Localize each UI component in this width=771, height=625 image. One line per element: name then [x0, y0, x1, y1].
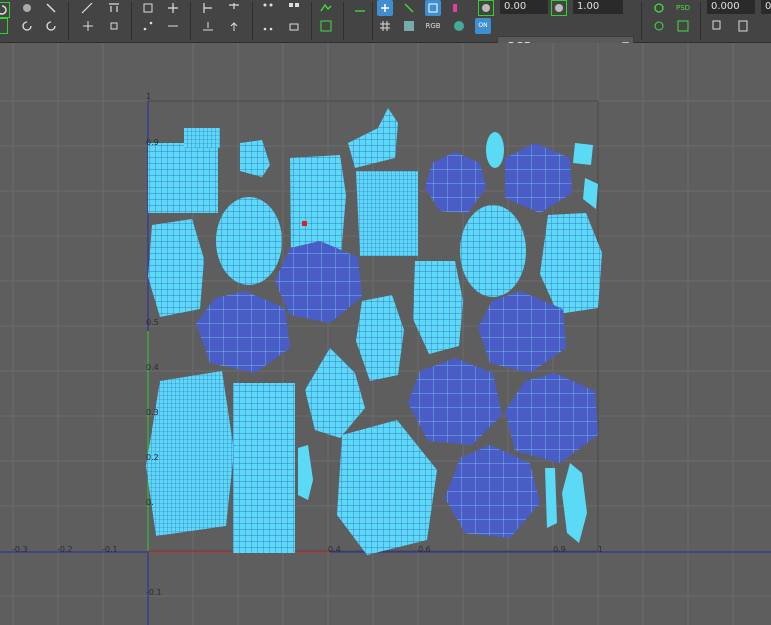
uv-shell[interactable]: [562, 463, 587, 543]
layout-uv-icon[interactable]: [260, 18, 276, 34]
flip-icon[interactable]: [19, 0, 35, 16]
texture-borders-icon[interactable]: [425, 0, 441, 16]
gamma-knob-icon[interactable]: [551, 0, 567, 16]
u-tick-1: 1: [598, 545, 603, 554]
value-field-cut[interactable]: 0.: [761, 0, 771, 14]
gamma-field[interactable]: 1.00: [573, 0, 623, 14]
u-tick-neg02: -0.2: [57, 545, 73, 554]
u-tick-09: 0.9: [553, 545, 566, 554]
toolbar-row-1: 0.00 1.00 PSD 0.000 0.: [0, 0, 771, 40]
copy-uv-icon[interactable]: [710, 18, 726, 34]
uv-shell[interactable]: [184, 128, 220, 148]
v-tick-04: 0.4: [146, 363, 159, 372]
uv-shells[interactable]: [146, 108, 602, 555]
uv-shell[interactable]: [445, 445, 540, 538]
image-dim-icon[interactable]: [318, 18, 334, 34]
straighten-icon[interactable]: [43, 0, 59, 16]
uv-shell[interactable]: [425, 152, 486, 213]
psd-icon[interactable]: PSD: [675, 0, 691, 16]
uv-selection-marker[interactable]: [302, 221, 307, 226]
uv-shell[interactable]: [545, 468, 557, 528]
distribute-h-icon[interactable]: [140, 18, 156, 34]
stack-icon[interactable]: [226, 18, 242, 34]
v-tick-03: 0.3: [146, 408, 159, 417]
uv-shell[interactable]: [148, 143, 218, 213]
v-tick-05: 0.5: [146, 318, 159, 327]
center-pivot-icon[interactable]: [106, 18, 122, 34]
u-tick-neg03: -0.3: [12, 545, 28, 554]
rgb-icon[interactable]: RGB: [425, 18, 441, 34]
v-tick-neg01: -0.1: [146, 588, 162, 597]
uv-shell[interactable]: [540, 213, 602, 314]
uv-editor-viewport[interactable]: 1 0.9 0.5 0.4 0.3 0.2 0. -0.3 -0.2 -0.1 …: [0, 43, 771, 625]
uv-shell[interactable]: [298, 445, 313, 500]
grid-toggle-icon[interactable]: [226, 0, 242, 16]
refresh-view-icon[interactable]: [651, 18, 667, 34]
view-transform-icon[interactable]: [401, 0, 417, 16]
u-tick-04: 0.4: [328, 545, 341, 554]
shade-uvs-icon[interactable]: [286, 0, 302, 16]
v-tick-1: 1: [146, 92, 151, 101]
rotate-ccw-alt-icon[interactable]: [43, 18, 59, 34]
uv-shell[interactable]: [505, 143, 572, 213]
layout-icon[interactable]: [200, 0, 216, 16]
u-tick-06: 0.6: [418, 545, 431, 554]
image-icon[interactable]: [675, 18, 691, 34]
rotate-ccw-icon[interactable]: [19, 18, 35, 34]
on-icon[interactable]: ON: [475, 18, 491, 34]
uv-shell[interactable]: [583, 178, 598, 209]
gamma-icon[interactable]: [377, 0, 393, 16]
uv-shell[interactable]: [233, 383, 295, 553]
symmetry-icon[interactable]: [79, 0, 95, 16]
uv-shell[interactable]: [505, 373, 598, 463]
snap-top-icon[interactable]: [165, 0, 181, 16]
uv-shell[interactable]: [337, 420, 437, 555]
paste-uv-icon[interactable]: [735, 18, 751, 34]
v-tick-02: 0.2: [146, 453, 159, 462]
rotate-cw-icon[interactable]: [0, 2, 10, 18]
grid-icon[interactable]: [377, 18, 393, 34]
distribute-icon[interactable]: [140, 0, 156, 16]
uv-shell[interactable]: [573, 143, 593, 165]
uv-shell[interactable]: [216, 197, 282, 285]
uv-shell[interactable]: [356, 171, 418, 256]
v-tick-01: 0.: [146, 498, 154, 507]
uv-shell[interactable]: [148, 219, 204, 317]
uv-canvas[interactable]: 1 0.9 0.5 0.4 0.3 0.2 0. -0.3 -0.2 -0.1 …: [0, 43, 771, 625]
align-top-icon[interactable]: [106, 0, 122, 16]
exposure-field[interactable]: 0.00: [500, 0, 548, 14]
uv-shell[interactable]: [146, 371, 234, 536]
checker-icon[interactable]: [449, 0, 465, 16]
uv-shell[interactable]: [408, 358, 502, 445]
refresh-icon[interactable]: [651, 0, 667, 16]
image-toggle-icon[interactable]: [260, 0, 276, 16]
uv-shell[interactable]: [356, 295, 404, 381]
color-wheel-icon[interactable]: [451, 18, 467, 34]
exposure-knob-icon[interactable]: [478, 0, 494, 16]
exposure-icon[interactable]: [352, 0, 368, 16]
uv-shell[interactable]: [305, 348, 365, 438]
uv-shell[interactable]: [460, 205, 526, 297]
align-bottom-icon[interactable]: [165, 18, 181, 34]
value-field[interactable]: 0.000: [707, 0, 755, 14]
uv-shell[interactable]: [486, 132, 504, 168]
toolbar-row-2: RGB ON sRGB gamma▼: [0, 18, 771, 55]
orient-shells-icon[interactable]: [286, 18, 302, 34]
uv-shell[interactable]: [413, 261, 463, 354]
uv-toolkit-toolbar: 0.00 1.00 PSD 0.000 0. RGB ON sRGB gamma…: [0, 0, 771, 55]
snap-bottom-icon[interactable]: [200, 18, 216, 34]
checker-tile-icon[interactable]: [401, 18, 417, 34]
left-edge-icon[interactable]: [0, 18, 8, 34]
ratio-icon[interactable]: [318, 0, 334, 16]
v-tick-09: 0.9: [146, 138, 159, 147]
uv-shell[interactable]: [196, 291, 290, 373]
uv-shell[interactable]: [275, 241, 362, 323]
u-tick-neg01: -0.1: [102, 545, 118, 554]
pivot-icon[interactable]: [80, 18, 96, 34]
